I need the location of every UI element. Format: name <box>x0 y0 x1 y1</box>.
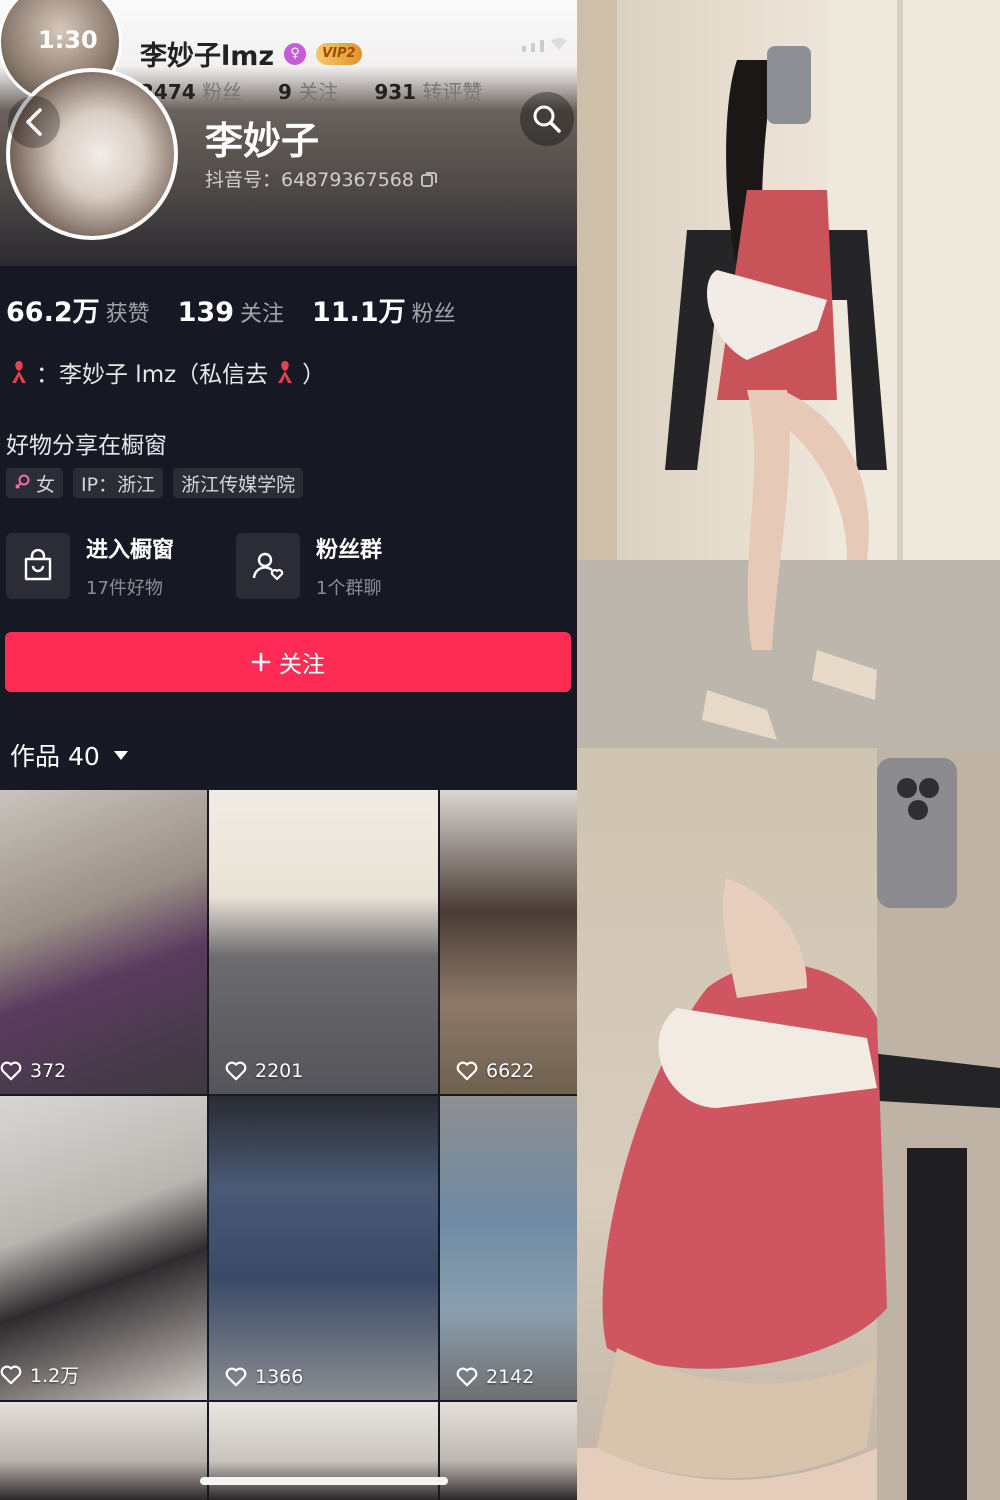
video-thumbnail[interactable]: 2142 <box>440 1096 577 1400</box>
tag-gender: 女 <box>6 468 64 498</box>
fan-group-subtitle: 1个群聊 <box>316 578 382 599</box>
bio-line-1-end: ） <box>302 362 326 388</box>
fan-group-entry[interactable]: 粉丝群 1个群聊 <box>236 532 438 600</box>
works-tab[interactable]: 作品 40 <box>10 737 128 773</box>
like-count: 2201 <box>225 1060 303 1082</box>
like-count: 1366 <box>225 1366 303 1388</box>
bio-line-2: 好物分享在橱窗 <box>6 433 167 459</box>
overlay-name: 李妙子lmz ♀ VIP2 <box>140 34 362 73</box>
like-count: 6622 <box>456 1060 534 1082</box>
profile-name: 李妙子 <box>205 119 320 163</box>
photo-bottom <box>577 748 1000 1500</box>
like-count: 372 <box>0 1060 66 1082</box>
chevron-left-icon <box>26 108 42 136</box>
like-count: 1.2万 <box>0 1361 79 1388</box>
stat-likes[interactable]: 66.2万 获赞 <box>6 290 150 329</box>
vip-badge: VIP2 <box>316 42 362 65</box>
ribbon-icon <box>12 361 26 383</box>
works-label: 作品 40 <box>10 742 100 771</box>
shop-window-entry[interactable]: 进入橱窗 17件好物 <box>6 532 208 600</box>
copy-icon[interactable] <box>420 170 438 188</box>
wifi-icon <box>551 37 567 50</box>
profile-stats: 66.2万 获赞 139 关注 11.1万 粉丝 <box>6 290 456 329</box>
video-thumbnail[interactable] <box>440 1402 577 1500</box>
search-button[interactable] <box>520 92 574 146</box>
signal-icon <box>540 40 544 52</box>
profile-screen: 1:30 李妙子lmz ♀ VIP2 2474 粉丝 9 关注 931 转评赞 … <box>0 0 577 1500</box>
heart-icon <box>456 1367 478 1387</box>
tag-ip: IP：浙江 <box>73 468 164 498</box>
shortcut-row: 进入橱窗 17件好物 粉丝群 1个群聊 <box>6 532 438 600</box>
avatar[interactable] <box>6 68 178 240</box>
heart-icon <box>456 1061 478 1081</box>
douyin-id-text: 抖音号：64879367568 <box>205 169 414 191</box>
search-icon <box>533 105 561 133</box>
dropdown-icon <box>113 750 128 760</box>
stat-followers[interactable]: 11.1万 粉丝 <box>312 290 456 329</box>
bio-line-1: ：李妙子 lmz（私信去 ） <box>8 355 325 389</box>
video-grid: 372 2201 6622 1.2万 1366 2142 <box>0 790 577 1500</box>
signal-icon <box>531 43 535 52</box>
douyin-id[interactable]: 抖音号：64879367568 <box>205 165 438 192</box>
heart-icon <box>0 1061 22 1081</box>
verified-badge-icon: ♀ <box>284 42 307 65</box>
video-thumbnail[interactable]: 2201 <box>209 790 438 1094</box>
fan-group-icon <box>236 533 300 599</box>
status-time: 1:30 <box>38 26 98 54</box>
heart-icon <box>225 1061 247 1081</box>
video-thumbnail[interactable]: 372 <box>0 790 207 1094</box>
tag-school[interactable]: 浙江传媒学院 <box>173 468 304 498</box>
overlay-stat: 9 关注 <box>278 80 339 104</box>
female-icon <box>15 474 30 489</box>
video-thumbnail[interactable]: 1366 <box>209 1096 438 1400</box>
shop-window-subtitle: 17件好物 <box>86 578 163 599</box>
profile-tags: 女 IP：浙江 浙江传媒学院 <box>6 468 304 498</box>
shopping-bag-icon <box>6 533 70 599</box>
overlay-name-text: 李妙子lmz <box>140 41 275 72</box>
status-icons <box>522 36 569 52</box>
video-thumbnail[interactable]: 1.2万 <box>0 1096 207 1400</box>
photo-bottom-illustration <box>577 748 1000 1500</box>
signal-icon <box>522 46 526 52</box>
heart-icon <box>225 1367 247 1387</box>
heart-icon <box>0 1365 22 1384</box>
photo-top <box>577 0 1000 748</box>
bio-line-1-text: ：李妙子 lmz（私信去 <box>36 362 269 388</box>
stat-following[interactable]: 139 关注 <box>178 296 284 328</box>
shop-window-title: 进入橱窗 <box>86 538 175 563</box>
overlay-stats: 2474 粉丝 9 关注 931 转评赞 <box>140 76 482 105</box>
home-indicator <box>200 1477 448 1485</box>
overlay-stat: 931 转评赞 <box>374 80 483 104</box>
fan-group-title: 粉丝群 <box>316 538 383 563</box>
like-count: 2142 <box>456 1366 534 1388</box>
video-thumbnail[interactable] <box>209 1402 438 1500</box>
follow-label: 关注 <box>279 652 325 678</box>
back-button[interactable] <box>8 96 60 148</box>
follow-button[interactable]: 关注 <box>5 632 571 692</box>
ribbon-icon <box>278 361 293 383</box>
video-thumbnail[interactable] <box>0 1402 207 1500</box>
video-thumbnail[interactable]: 6622 <box>440 790 577 1094</box>
plus-icon <box>251 652 271 672</box>
photo-top-illustration <box>577 0 1000 748</box>
